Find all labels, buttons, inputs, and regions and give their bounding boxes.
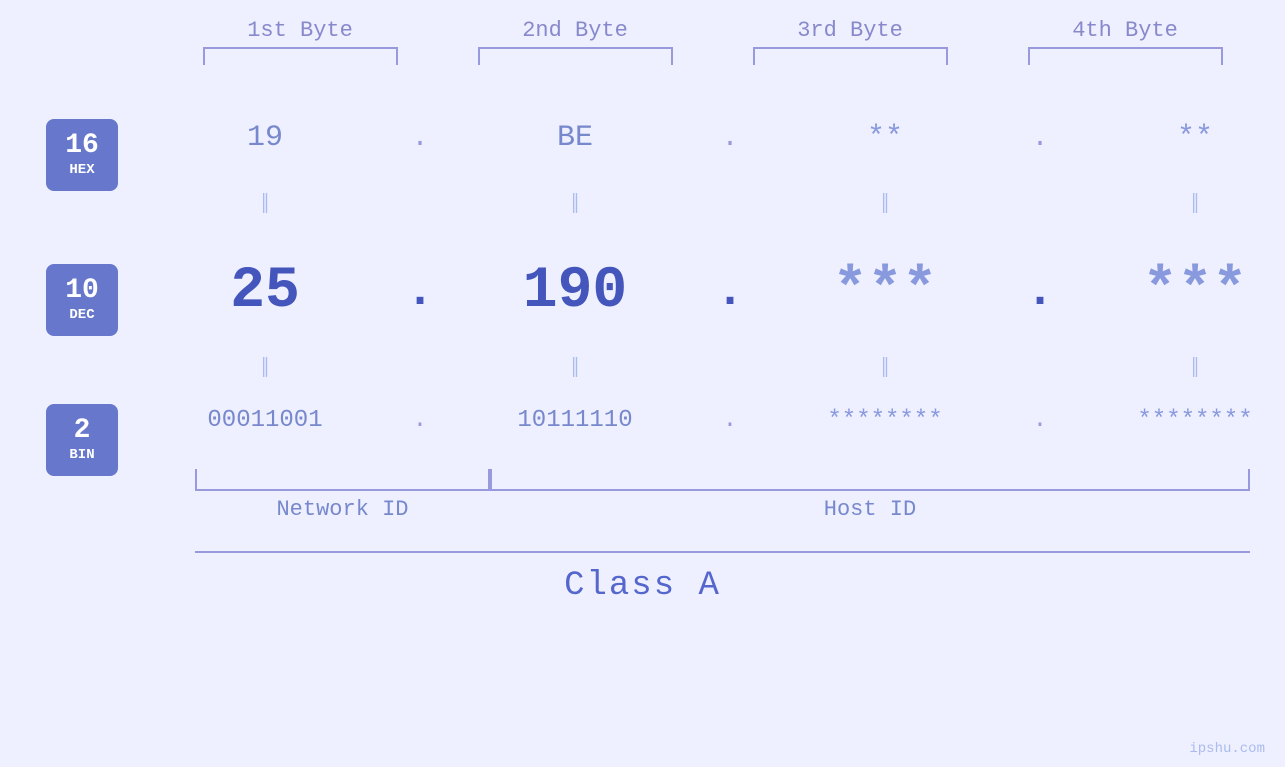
dot-hex-1: . xyxy=(390,123,450,154)
dec-row: 25 . 190 . *** . *** xyxy=(0,259,1285,324)
bracket-2 xyxy=(478,47,673,65)
dec-val-3: *** xyxy=(760,259,1010,324)
equals-row-1: ‖ ‖ ‖ ‖ xyxy=(0,189,1285,222)
bin-val-2: 10111110 xyxy=(450,407,700,434)
top-brackets xyxy=(163,47,1263,65)
bracket-network-id xyxy=(195,469,490,491)
byte-header-4: 4th Byte xyxy=(1015,18,1235,43)
dot-bin-3: . xyxy=(1010,407,1070,434)
hex-val-4: ** xyxy=(1070,121,1285,155)
watermark: ipshu.com xyxy=(1189,741,1265,757)
dot-bin-1: . xyxy=(390,407,450,434)
hex-val-2: BE xyxy=(450,121,700,155)
content-area: 16 HEX 19 . BE . ** . ** ‖ ‖ ‖ ‖ 10 xyxy=(0,69,1285,669)
dot-bin-2: . xyxy=(700,407,760,434)
dot-hex-2: . xyxy=(700,123,760,154)
bracket-host-id xyxy=(490,469,1250,491)
dec-val-4: *** xyxy=(1070,259,1285,324)
main-container: 1st Byte 2nd Byte 3rd Byte 4th Byte 16 H… xyxy=(0,0,1285,767)
dot-dec-1: . xyxy=(390,265,450,319)
bracket-3 xyxy=(753,47,948,65)
dec-val-1: 25 xyxy=(140,259,390,324)
host-id-label: Host ID xyxy=(490,497,1250,522)
bracket-4 xyxy=(1028,47,1223,65)
class-label: Class A xyxy=(0,567,1285,605)
hex-row: 19 . BE . ** . ** xyxy=(0,121,1285,155)
dot-dec-3: . xyxy=(1010,265,1070,319)
hex-val-1: 19 xyxy=(140,121,390,155)
byte-header-1: 1st Byte xyxy=(190,18,410,43)
hex-val-3: ** xyxy=(760,121,1010,155)
equals-row-2: ‖ ‖ ‖ ‖ xyxy=(0,353,1285,386)
byte-header-3: 3rd Byte xyxy=(740,18,960,43)
network-id-label: Network ID xyxy=(195,497,490,522)
bin-val-3: ******** xyxy=(760,407,1010,434)
class-line xyxy=(195,551,1250,553)
bin-val-4: ******** xyxy=(1070,407,1285,434)
dot-dec-2: . xyxy=(700,265,760,319)
dec-val-2: 190 xyxy=(450,259,700,324)
bin-row: 00011001 . 10111110 . ******** . *******… xyxy=(0,407,1285,434)
byte-header-2: 2nd Byte xyxy=(465,18,685,43)
byte-headers-row: 1st Byte 2nd Byte 3rd Byte 4th Byte xyxy=(163,18,1263,43)
bin-val-1: 00011001 xyxy=(140,407,390,434)
dot-hex-3: . xyxy=(1010,123,1070,154)
bracket-1 xyxy=(203,47,398,65)
